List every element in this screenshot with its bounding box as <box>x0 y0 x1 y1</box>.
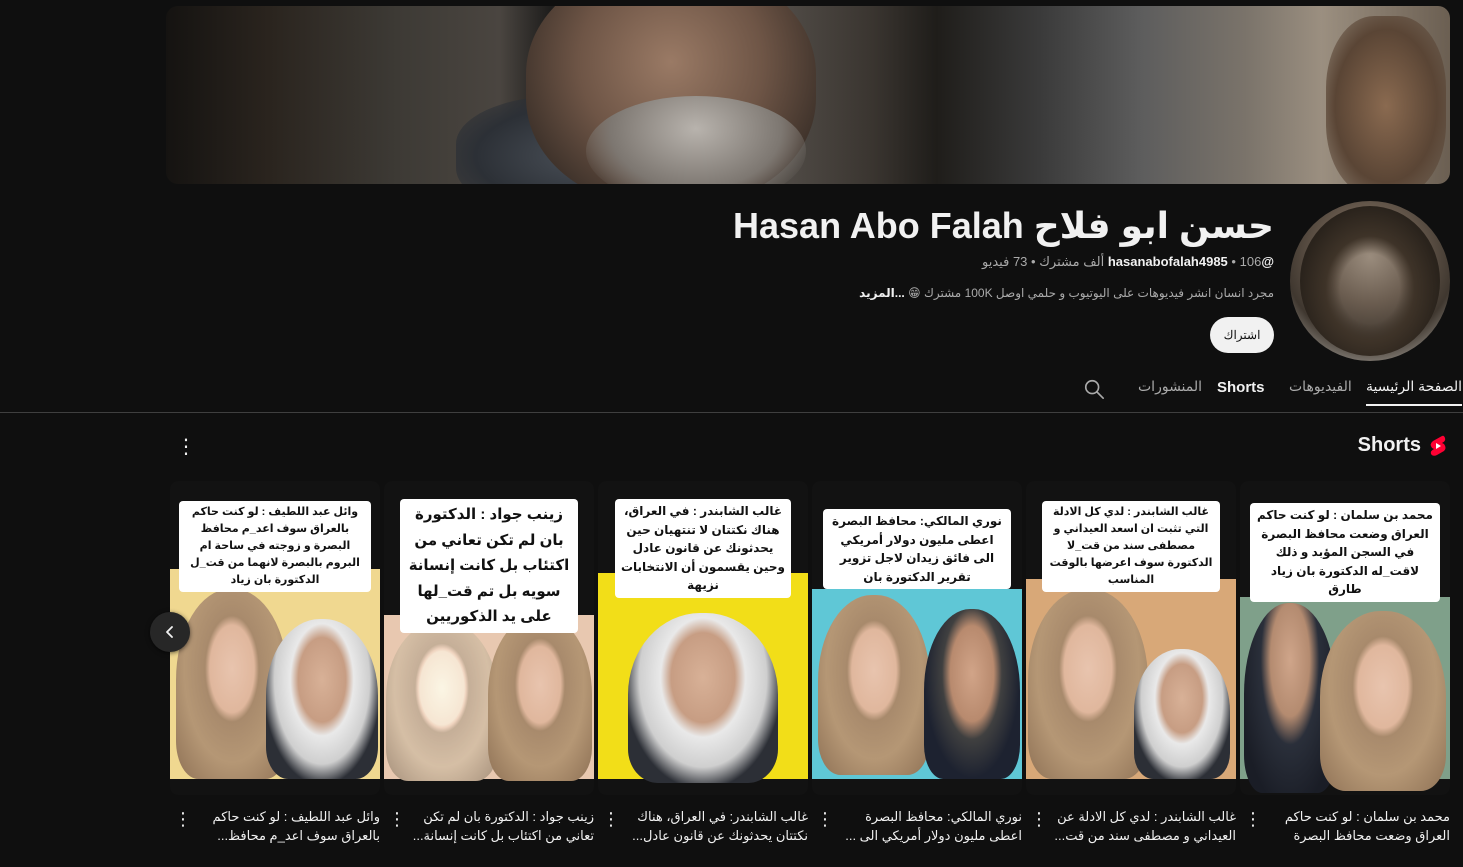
short-thumbnail[interactable]: نوري المالكي: محافظ البصرة اعطى مليون دو… <box>812 481 1022 795</box>
thumbnail-photo <box>1240 597 1450 793</box>
short-card[interactable]: غالب الشابندر : في العراق، هناك نكتتان ل… <box>598 481 808 867</box>
channel-avatar[interactable] <box>1290 201 1450 361</box>
short-title[interactable]: غالب الشابندر : لدي كل الادلة عن العيدان… <box>1026 807 1236 845</box>
short-info: نوري المالكي: محافظ البصرة اعطى مليون دو… <box>812 807 1022 867</box>
short-menu-icon[interactable]: ⋮ <box>388 809 406 830</box>
meta-separator: • <box>1031 254 1036 269</box>
short-caption: زينب جواد : الدكتورة بان لم تكن تعاني من… <box>400 499 578 633</box>
short-caption: غالب الشابندر : في العراق، هناك نكتتان ل… <box>615 499 791 598</box>
thumbnail-photo <box>812 589 1022 779</box>
subscribe-button[interactable]: اشتراك <box>1210 317 1274 353</box>
shorts-icon <box>1430 435 1446 456</box>
search-icon[interactable] <box>1083 378 1105 400</box>
thumbnail-person <box>924 609 1020 779</box>
meta-separator: • <box>1231 254 1236 269</box>
short-thumbnail[interactable]: وائل عبد اللطيف : لو كنت حاكم بالعراق سو… <box>170 481 380 795</box>
channel-banner <box>166 6 1450 184</box>
carousel-prev-button[interactable] <box>150 612 190 652</box>
short-menu-icon[interactable]: ⋮ <box>1244 809 1262 830</box>
shorts-section-title: Shorts <box>1357 434 1421 456</box>
short-card[interactable]: غالب الشابندر : لدي كل الادلة التي تثبت … <box>1026 481 1236 867</box>
tab-home[interactable]: الصفحة الرئيسية <box>1366 378 1463 406</box>
shorts-section-menu-icon[interactable]: ⋮ <box>176 436 196 458</box>
short-menu-icon[interactable]: ⋮ <box>174 809 192 830</box>
thumbnail-photo <box>170 569 380 779</box>
short-caption: محمد بن سلمان : لو كنت حاكم العراق وضعت … <box>1250 503 1440 602</box>
channel-meta: @hasanabofalah4985 • 106 ألف مشترك • 73 … <box>982 254 1274 270</box>
thumbnail-person <box>818 595 930 775</box>
short-caption: وائل عبد اللطيف : لو كنت حاكم بالعراق سو… <box>179 501 371 593</box>
video-count: 73 فيديو <box>982 254 1028 269</box>
short-title[interactable]: وائل عبد اللطيف : لو كنت حاكم بالعراق سو… <box>170 807 380 845</box>
short-menu-icon[interactable]: ⋮ <box>602 809 620 830</box>
tab-videos[interactable]: الفيديوهات <box>1289 378 1352 395</box>
short-caption: نوري المالكي: محافظ البصرة اعطى مليون دو… <box>823 509 1011 590</box>
short-info: غالب الشابندر: في العراق، هناك نكتتان يح… <box>598 807 808 867</box>
short-info: غالب الشابندر : لدي كل الادلة عن العيدان… <box>1026 807 1236 867</box>
tab-shorts[interactable]: Shorts <box>1217 379 1265 396</box>
short-menu-icon[interactable]: ⋮ <box>816 809 834 830</box>
description-emoji: 😁 <box>908 286 921 300</box>
shorts-section-header: Shorts <box>1358 434 1447 457</box>
thumbnail-person <box>488 615 592 781</box>
description-text: مجرد انسان انشر فيديوهات على اليوتيوب و … <box>923 286 1274 300</box>
short-card[interactable]: نوري المالكي: محافظ البصرة اعطى مليون دو… <box>812 481 1022 867</box>
thumbnail-photo <box>598 573 808 783</box>
thumbnail-person <box>386 621 498 781</box>
banner-hand <box>1326 16 1446 184</box>
thumbnail-person <box>1028 589 1148 779</box>
thumbnail-photo <box>384 615 594 781</box>
more-link[interactable]: ...المزيد <box>859 286 905 300</box>
thumbnail-person <box>1320 611 1446 791</box>
short-card[interactable]: زينب جواد : الدكتورة بان لم تكن تعاني من… <box>384 481 594 867</box>
short-title[interactable]: نوري المالكي: محافظ البصرة اعطى مليون دو… <box>812 807 1022 845</box>
short-card[interactable]: محمد بن سلمان : لو كنت حاكم العراق وضعت … <box>1240 481 1450 867</box>
short-title[interactable]: غالب الشابندر: في العراق، هناك نكتتان يح… <box>598 807 808 845</box>
short-thumbnail[interactable]: غالب الشابندر : في العراق، هناك نكتتان ل… <box>598 481 808 795</box>
thumbnail-person <box>266 619 378 779</box>
short-thumbnail[interactable]: زينب جواد : الدكتورة بان لم تكن تعاني من… <box>384 481 594 795</box>
short-info: زينب جواد : الدكتورة بان لم تكن تعاني من… <box>384 807 594 867</box>
short-info: محمد بن سلمان : لو كنت حاكم العراق وضعت … <box>1240 807 1450 867</box>
short-menu-icon[interactable]: ⋮ <box>1030 809 1048 830</box>
thumbnail-photo <box>1026 579 1236 779</box>
avatar-hair <box>1300 206 1440 356</box>
chevron-left-icon <box>166 626 173 638</box>
short-thumbnail[interactable]: غالب الشابندر : لدي كل الادلة التي تثبت … <box>1026 481 1236 795</box>
channel-title: حسن ابو فلاح Hasan Abo Falah <box>733 205 1274 246</box>
channel-tabs: الصفحة الرئيسية الفيديوهات Shorts المنشو… <box>0 370 1463 413</box>
tab-posts[interactable]: المنشورات <box>1138 378 1202 395</box>
short-caption: غالب الشابندر : لدي كل الادلة التي تثبت … <box>1042 501 1220 593</box>
thumbnail-person <box>1134 649 1230 779</box>
channel-description[interactable]: مجرد انسان انشر فيديوهات على اليوتيوب و … <box>859 286 1274 300</box>
thumbnail-person <box>628 613 778 783</box>
short-title[interactable]: محمد بن سلمان : لو كنت حاكم العراق وضعت … <box>1240 807 1450 845</box>
short-card[interactable]: وائل عبد اللطيف : لو كنت حاكم بالعراق سو… <box>170 481 380 867</box>
short-title[interactable]: زينب جواد : الدكتورة بان لم تكن تعاني من… <box>384 807 594 845</box>
short-info: وائل عبد اللطيف : لو كنت حاكم بالعراق سو… <box>170 807 380 867</box>
short-thumbnail[interactable]: محمد بن سلمان : لو كنت حاكم العراق وضعت … <box>1240 481 1450 795</box>
